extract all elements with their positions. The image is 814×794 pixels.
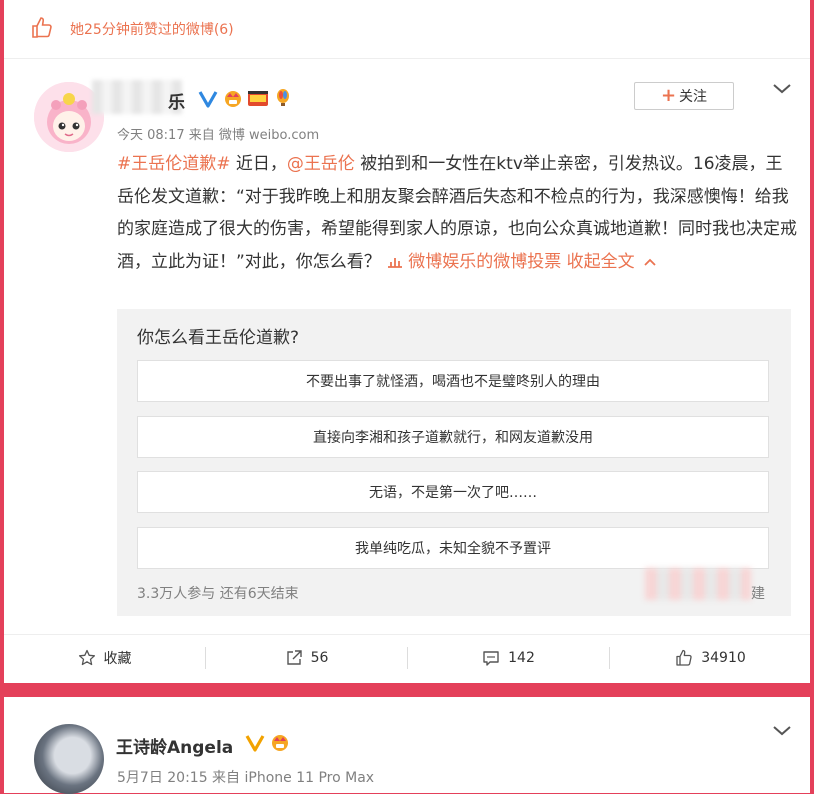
thumb-up-icon (676, 649, 692, 666)
balloon-badge-icon[interactable] (272, 88, 294, 108)
vote-link-text: 微博娱乐的微博投票 (408, 251, 562, 272)
author-nickname[interactable]: 王诗龄Angela (116, 733, 233, 758)
post-content: #王岳伦道歉# 近日，@王岳伦 被拍到和一女性在ktv举止亲密，引发热议。16凌… (117, 148, 797, 278)
follow-label: 关注 (679, 89, 708, 105)
post-meta[interactable]: 今天 08:17 来自 微博 weibo.com (117, 124, 319, 143)
thumb-up-icon (32, 17, 52, 38)
poll-option[interactable]: 不要出事了就怪酒，喝酒也不是璧咚别人的理由 (137, 360, 769, 402)
comment-button[interactable]: 142 (408, 635, 609, 681)
collapse-label: 收起全文 (566, 251, 635, 272)
movie-badge-icon[interactable] (247, 88, 269, 108)
favorite-label: 收藏 (103, 651, 132, 667)
comment-count: 142 (508, 650, 535, 666)
chevron-up-icon (643, 258, 656, 266)
follow-button[interactable]: + 关注 (634, 82, 734, 110)
plus-icon: + (660, 85, 677, 106)
poll-blur-mask (645, 568, 751, 600)
post-actions-bar: 收藏 56 142 34910 (4, 634, 810, 681)
like-count: 34910 (701, 650, 746, 666)
weibo-post-card: 她25分钟前赞过的微博(6) 乐 + 关注 今天 08:17 来自 微博 wei… (4, 0, 810, 683)
author-badges (244, 732, 291, 752)
favorite-button[interactable]: 收藏 (4, 635, 205, 681)
repost-icon (286, 650, 302, 665)
weibo-post-card-2: 王诗龄Angela 5月7日 20:15 来自 iPhone 11 Pro Ma… (4, 697, 810, 794)
chevron-down-icon[interactable] (772, 82, 792, 96)
repost-button[interactable]: 56 (206, 635, 407, 681)
mention-link[interactable]: @王岳伦 (287, 154, 355, 174)
vote-link[interactable]: 微博娱乐的微博投票 (386, 252, 561, 272)
star-icon (78, 649, 95, 666)
content-text-1: 近日， (230, 154, 287, 174)
like-button[interactable]: 34910 (610, 635, 811, 681)
author-nickname[interactable]: 乐 (168, 88, 185, 113)
poll-question: 你怎么看王岳伦道歉? (137, 328, 300, 348)
verified-badge-icon[interactable] (197, 88, 219, 108)
chart-icon (388, 257, 403, 268)
post-meta[interactable]: 5月7日 20:15 来自 iPhone 11 Pro Max (117, 767, 374, 787)
verified-badge-icon[interactable] (244, 732, 266, 752)
liked-notice-text[interactable]: 她25分钟前赞过的微博(6) (70, 19, 234, 39)
poll-box: 你怎么看王岳伦道歉? 不要出事了就怪酒，喝酒也不是璧咚别人的理由 直接向李湘和孩… (117, 309, 791, 616)
poll-footer: 3.3万人参与 还有6天结束 (137, 586, 299, 602)
collapse-toggle[interactable]: 收起全文 (567, 252, 657, 272)
member-crown-badge-icon[interactable] (222, 88, 244, 108)
liked-notice-bar: 她25分钟前赞过的微博(6) (4, 0, 810, 59)
comment-icon (483, 651, 499, 666)
poll-option[interactable]: 直接向李湘和孩子道歉就行，和网友道歉没用 (137, 416, 769, 458)
author-avatar[interactable] (34, 724, 104, 794)
poll-option[interactable]: 无语，不是第一次了吧…… (137, 471, 769, 513)
author-badges (197, 87, 294, 109)
topic-link[interactable]: #王岳伦道歉# (117, 154, 231, 174)
member-crown-badge-icon[interactable] (269, 732, 291, 752)
poll-option[interactable]: 我单纯吃瓜，未知全貌不予置评 (137, 527, 769, 569)
chevron-down-icon[interactable] (772, 724, 792, 738)
repost-count: 56 (310, 650, 329, 666)
poll-footer-end: 建 (751, 586, 765, 602)
